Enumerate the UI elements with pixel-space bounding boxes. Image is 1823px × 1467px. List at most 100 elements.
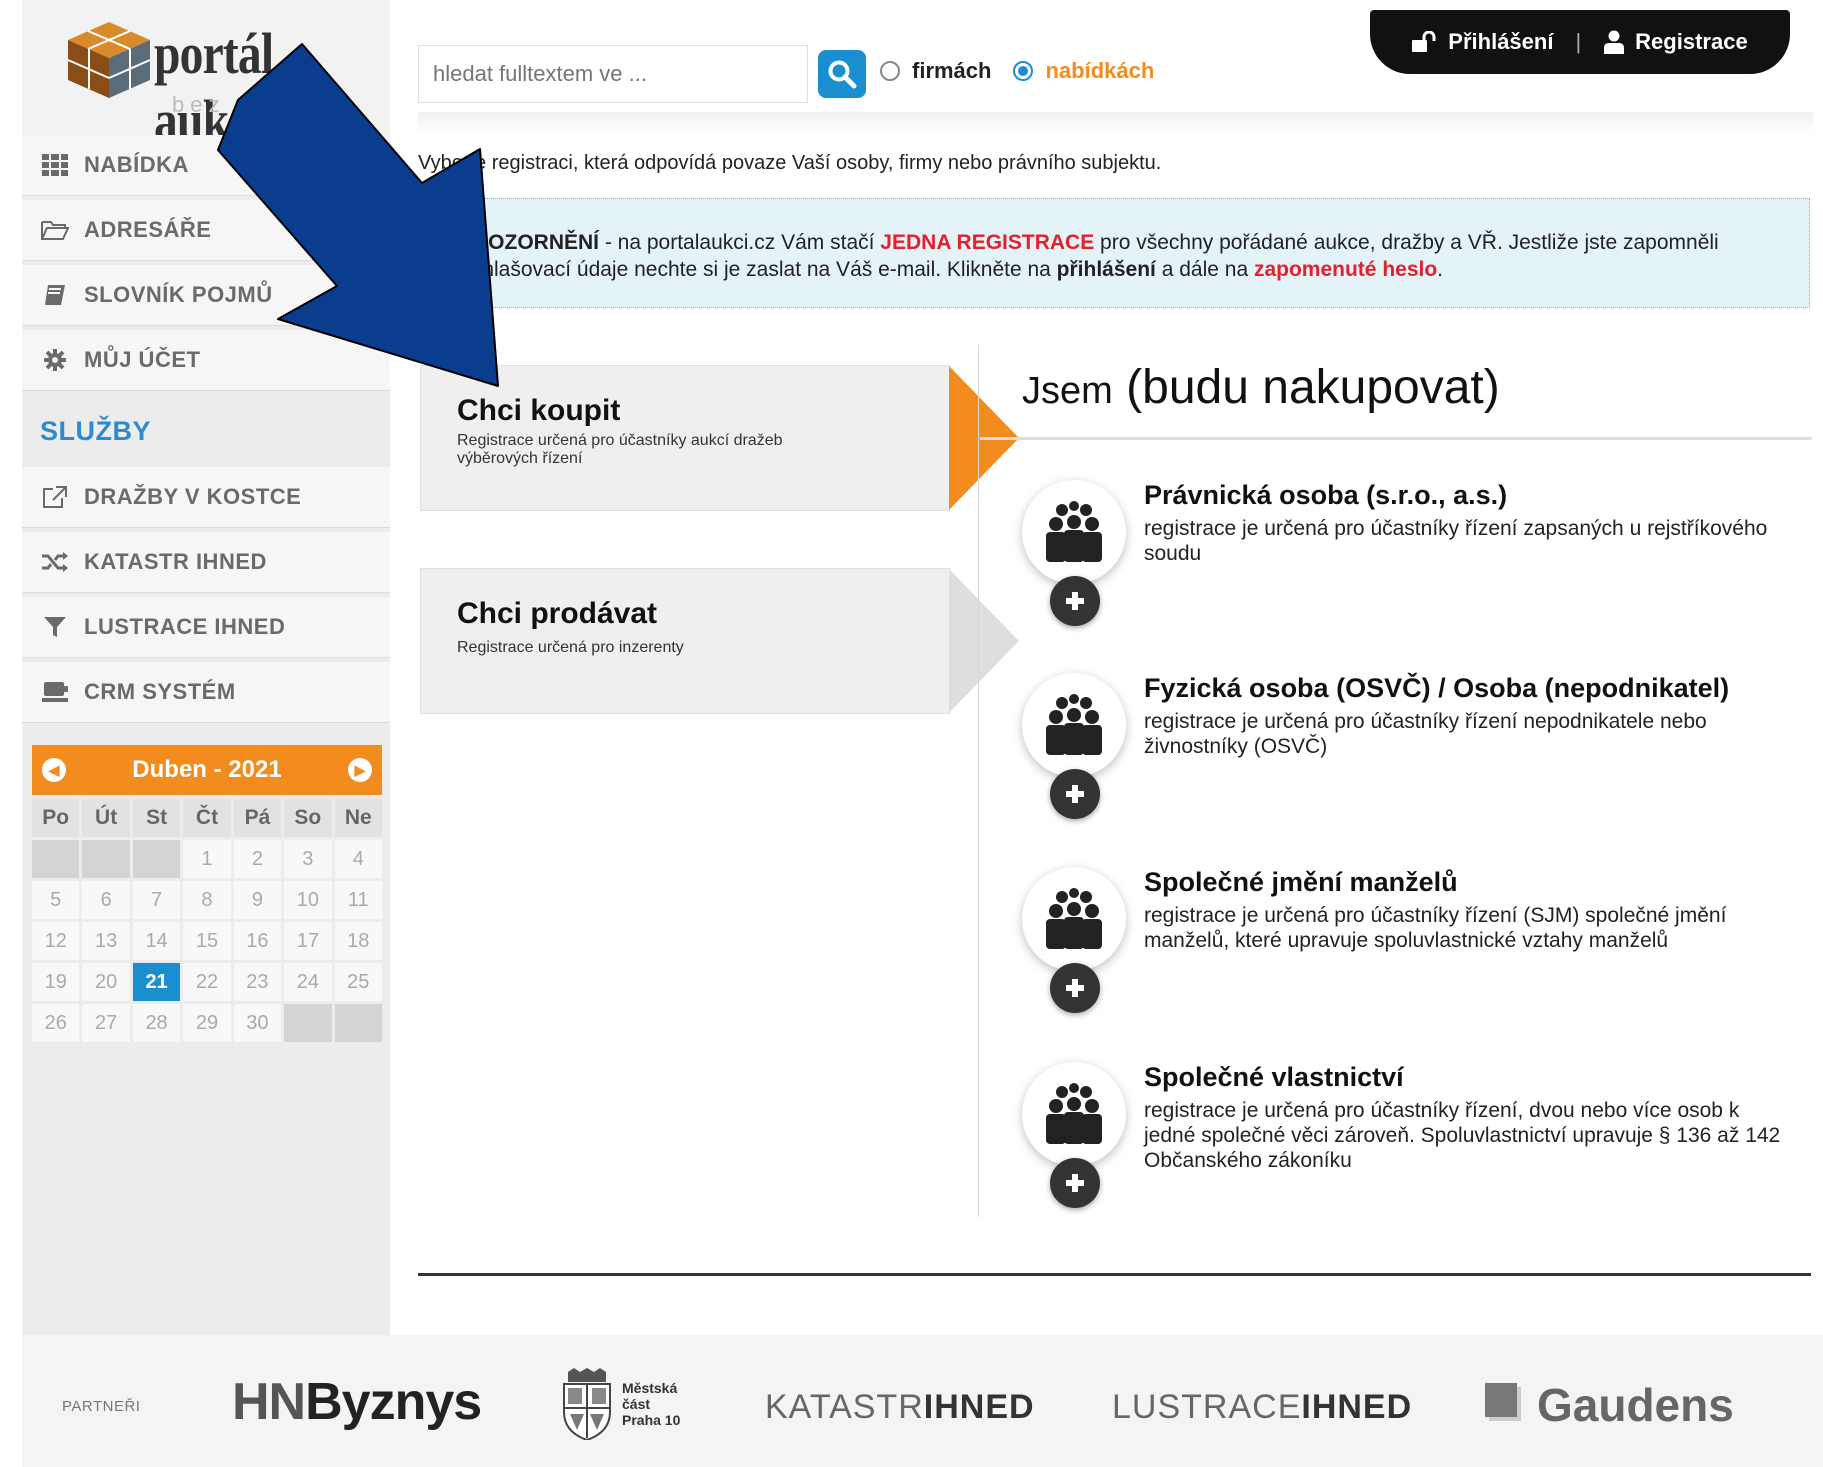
calendar-day[interactable]: 10 <box>284 881 332 919</box>
login-link[interactable]: Přihlášení <box>1412 29 1553 55</box>
calendar-day-name: Čt <box>183 799 231 837</box>
logo[interactable]: portál aukcí bez rizik <box>22 0 390 153</box>
partner-katastr-ihned[interactable]: KATASTRIHNED <box>765 1388 1035 1427</box>
notice-login-link[interactable]: přihlášení <box>1057 258 1156 281</box>
option-marital-property[interactable]: Společné jmění manželů registrace je urč… <box>1020 867 1800 1027</box>
calendar-day[interactable]: 22 <box>183 963 231 1001</box>
forgotten-password-link[interactable]: zapomenuté heslo <box>1254 258 1437 281</box>
register-link[interactable]: Registrace <box>1603 29 1748 55</box>
partner-gaudens[interactable]: Gaudens <box>1485 1378 1734 1432</box>
option-natural-person[interactable]: Fyzická osoba (OSVČ) / Osoba (nepodnikat… <box>1020 673 1800 833</box>
partner-praha10[interactable]: Městská část Praha 10 <box>560 1368 680 1440</box>
notice-highlight: JEDNA REGISTRACE <box>880 231 1095 254</box>
calendar-day[interactable]: 7 <box>132 881 181 919</box>
calendar-day[interactable]: 4 <box>334 840 382 878</box>
calendar-day[interactable]: 30 <box>233 1004 282 1042</box>
content-bottom-rule <box>418 1273 1811 1276</box>
arrow-icon <box>949 569 1019 713</box>
calendar-day[interactable]: 12 <box>32 922 80 960</box>
radio-offers-label[interactable]: nabídkách <box>1045 58 1154 84</box>
calendar-day[interactable]: 1 <box>183 840 231 878</box>
sidebar-menu: NABÍDKA ADRESÁŘE SLOVNÍK POJMŮ MŮJ ÚČET … <box>22 135 390 727</box>
sidebar-item-lustrace-ihned[interactable]: LUSTRACE IHNED <box>22 597 390 658</box>
calendar-day[interactable]: 2 <box>233 840 282 878</box>
sidebar-item-katastr-ihned[interactable]: KATASTR IHNED <box>22 532 390 593</box>
radio-offers[interactable] <box>1013 61 1034 81</box>
calendar-day[interactable]: 21 <box>132 963 181 1001</box>
plus-icon[interactable] <box>1050 769 1100 819</box>
partner-lustrace-ihned[interactable]: LUSTRACEIHNED <box>1112 1388 1412 1427</box>
notice-heading: UPOZORNĚNÍ <box>459 231 600 254</box>
sidebar-item-label: LUSTRACE IHNED <box>84 614 286 639</box>
calendar-day[interactable]: 11 <box>334 881 382 919</box>
prev-month-icon[interactable]: ◀ <box>42 758 66 782</box>
calendar-day[interactable]: 28 <box>132 1004 181 1042</box>
option-description: registrace je určená pro účastníky řízen… <box>1144 1099 1781 1172</box>
sidebar-item-muj-ucet[interactable]: MŮJ ÚČET <box>22 330 390 391</box>
calendar-day-name: Ne <box>334 799 382 837</box>
calendar-day-name: Po <box>32 799 80 837</box>
calendar-day-name: Út <box>82 799 130 837</box>
choice-sell[interactable]: Chci prodávat Registrace určená pro inze… <box>420 568 1019 714</box>
calendar-day[interactable]: 18 <box>334 922 382 960</box>
option-co-ownership[interactable]: Společné vlastnictví registrace je určen… <box>1020 1062 1800 1222</box>
sidebar: portál aukcí bez rizik NABÍDKA ADRESÁŘE … <box>22 0 390 1335</box>
calendar-day[interactable]: 15 <box>183 922 231 960</box>
calendar-day-name: St <box>132 799 181 837</box>
calendar-day[interactable]: 19 <box>32 963 80 1001</box>
search-input[interactable] <box>418 45 808 103</box>
calendar-day[interactable]: 9 <box>233 881 282 919</box>
plus-icon[interactable] <box>1050 1158 1100 1208</box>
calendar-day-name: Pá <box>233 799 282 837</box>
option-title: Fyzická osoba (OSVČ) / Osoba (nepodnikat… <box>1144 673 1730 703</box>
praha-line-1: Městská <box>622 1380 678 1396</box>
calendar-day[interactable]: 13 <box>82 922 130 960</box>
calendar-day[interactable]: 26 <box>32 1004 80 1042</box>
choice-buy[interactable]: Chci koupit Registrace určená pro účastn… <box>420 365 1019 511</box>
plus-icon[interactable] <box>1050 963 1100 1013</box>
calendar-day[interactable]: 20 <box>82 963 130 1001</box>
search-icon <box>828 60 857 89</box>
radio-firms[interactable] <box>880 61 900 81</box>
group-icon <box>1022 867 1126 971</box>
calendar-day[interactable]: 14 <box>132 922 181 960</box>
praha-line-2: část <box>622 1396 651 1412</box>
calendar-day[interactable]: 27 <box>82 1004 130 1042</box>
book-icon <box>40 282 70 308</box>
sidebar-item-drazby-v-kostce[interactable]: DRAŽBY V KOSTCE <box>22 467 390 528</box>
unlock-icon <box>1412 31 1436 52</box>
calendar-day[interactable]: 17 <box>284 922 332 960</box>
option-description: registrace je určená pro účastníky řízen… <box>1144 517 1768 565</box>
calendar-day[interactable]: 23 <box>233 963 282 1001</box>
notice-text: - na portalaukci.cz Vám stačí <box>599 231 881 254</box>
folder-icon <box>40 217 70 243</box>
calendar-day[interactable]: 3 <box>284 840 332 878</box>
calendar-day[interactable]: 16 <box>233 922 282 960</box>
sidebar-item-label: CRM SYSTÉM <box>84 679 236 704</box>
sidebar-item-adresare[interactable]: ADRESÁŘE <box>22 200 390 261</box>
plus-icon[interactable] <box>1050 576 1100 626</box>
calendar-day[interactable]: 29 <box>183 1004 231 1042</box>
option-title: Společné vlastnictví <box>1144 1062 1404 1092</box>
sidebar-item-crm-system[interactable]: CRM SYSTÉM <box>22 662 390 723</box>
calendar-day[interactable]: 8 <box>183 881 231 919</box>
radio-firms-label[interactable]: firmách <box>912 58 991 84</box>
calendar-empty-cell <box>32 840 80 878</box>
calendar-day[interactable]: 5 <box>32 881 80 919</box>
calendar-day[interactable]: 24 <box>284 963 332 1001</box>
search-button[interactable] <box>818 50 866 98</box>
notice-text: . <box>1437 258 1444 281</box>
section-title-sluzby: SLUŽBY <box>40 415 151 446</box>
sidebar-item-nabidka[interactable]: NABÍDKA <box>22 135 390 196</box>
calendar-day[interactable]: 25 <box>334 963 382 1001</box>
calendar-empty-cell <box>334 1004 382 1042</box>
option-legal-entity[interactable]: Právnická osoba (s.r.o., a.s.) registrac… <box>1020 480 1800 640</box>
sidebar-item-slovnik-pojmu[interactable]: SLOVNÍK POJMŮ <box>22 265 390 326</box>
topbar-separator <box>418 112 1813 134</box>
calendar-day[interactable]: 6 <box>82 881 130 919</box>
ihned-part: IHNED <box>1301 1388 1413 1426</box>
auth-separator: | <box>1575 29 1582 54</box>
heading-underline <box>980 437 1812 440</box>
partner-hnbyznys[interactable]: HNByznys <box>232 1372 482 1432</box>
next-month-icon[interactable]: ▶ <box>347 758 372 782</box>
